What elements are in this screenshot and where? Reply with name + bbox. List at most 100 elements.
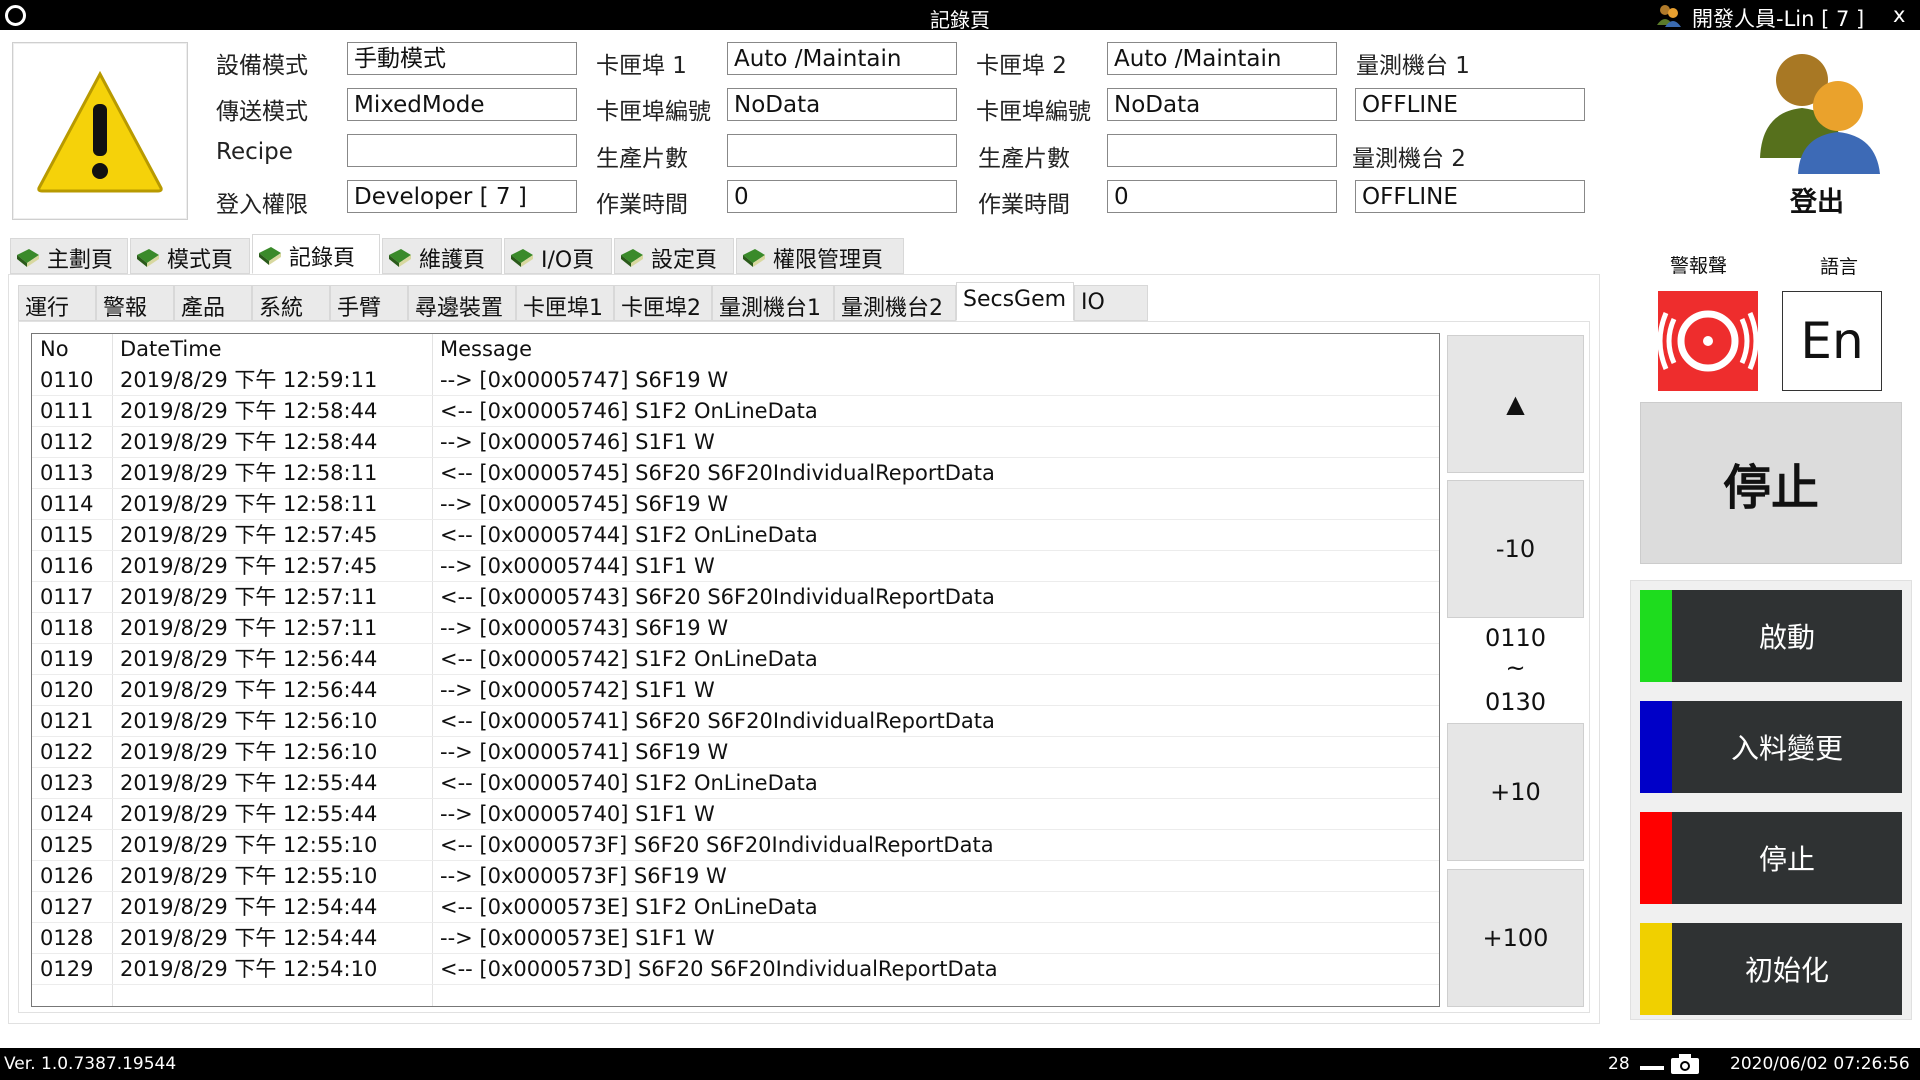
stop-button[interactable]: 停止 — [1640, 812, 1902, 904]
initialize-button[interactable]: 初始化 — [1640, 923, 1902, 1015]
subtab-alarm[interactable]: 警報 — [96, 285, 174, 321]
subtab-arm[interactable]: 手臂 — [330, 285, 408, 321]
table-row[interactable]: 0113 2019/8/29 下午 12:58:11 <-- [0x00005745… — [32, 458, 1439, 489]
plus-100-button[interactable]: +100 — [1447, 869, 1584, 1007]
table-row[interactable]: 0124 2019/8/29 下午 12:55:44 --> [0x00005740… — [32, 799, 1439, 830]
tab-log[interactable]: 記錄頁 — [252, 234, 380, 274]
row-datetime: 2019/8/29 下午 12:56:44 — [120, 647, 378, 671]
row-datetime: 2019/8/29 下午 12:56:10 — [120, 709, 378, 733]
table-row[interactable]: 0115 2019/8/29 下午 12:57:45 <-- [0x00005744… — [32, 520, 1439, 551]
subtab-meas1[interactable]: 量測機台1 — [712, 285, 834, 321]
row-no: 0113 — [40, 461, 94, 485]
row-datetime: 2019/8/29 下午 12:57:11 — [120, 585, 378, 609]
subtab-run[interactable]: 運行 — [18, 285, 96, 321]
table-row[interactable]: 0121 2019/8/29 下午 12:56:10 <-- [0x00005741… — [32, 706, 1439, 737]
meas1-label: 量測機台 1 — [1356, 53, 1470, 79]
table-row[interactable]: 0126 2019/8/29 下午 12:55:10 --> [0x0000573F… — [32, 861, 1439, 892]
tab-io[interactable]: I/O頁 — [504, 238, 612, 274]
row-no: 0121 — [40, 709, 94, 733]
port2-id-label: 卡匣埠編號 — [976, 99, 1091, 125]
table-row[interactable]: 0116 2019/8/29 下午 12:57:45 --> [0x00005744… — [32, 551, 1439, 582]
feed-change-label: 入料變更 — [1730, 732, 1843, 765]
recipe-label: Recipe — [216, 139, 293, 165]
row-no: 0122 — [40, 740, 94, 764]
header-message: Message — [440, 337, 533, 361]
initialize-label: 初始化 — [1744, 954, 1829, 987]
port2-time-field: 0 — [1107, 180, 1337, 213]
row-message: <-- [0x00005740] S1F2 OnLineData — [440, 771, 818, 795]
login-level-label: 登入權限 — [216, 192, 308, 218]
table-row[interactable]: 0119 2019/8/29 下午 12:56:44 <-- [0x00005742… — [32, 644, 1439, 675]
table-row[interactable]: 0110 2019/8/29 下午 12:59:11 --> [0x00005747… — [32, 365, 1439, 396]
start-indicator — [1640, 590, 1672, 682]
table-row[interactable]: 0122 2019/8/29 下午 12:56:10 --> [0x00005741… — [32, 737, 1439, 768]
table-row[interactable]: 0114 2019/8/29 下午 12:58:11 --> [0x00005745… — [32, 489, 1439, 520]
alarm-speaker-icon — [1657, 310, 1759, 372]
subtab-aligner[interactable]: 尋邊裝置 — [408, 285, 516, 321]
subtab-port2[interactable]: 卡匣埠2 — [614, 285, 712, 321]
table-header: No DateTime Message — [32, 334, 1439, 365]
plus-10-button[interactable]: +10 — [1447, 723, 1584, 861]
row-message: --> [0x00005744] S1F1 W — [440, 554, 715, 578]
subtab-meas2[interactable]: 量測機台2 — [834, 285, 956, 321]
book-icon — [17, 248, 39, 267]
table-row[interactable]: 0118 2019/8/29 下午 12:57:11 --> [0x00005743… — [32, 613, 1439, 644]
tab-settings[interactable]: 設定頁 — [614, 238, 734, 274]
scroll-top-button[interactable]: ▲ — [1447, 335, 1584, 473]
tab-permissions-label: 權限管理頁 — [773, 247, 884, 273]
user-icon — [1657, 5, 1681, 27]
subtab-io[interactable]: IO — [1074, 285, 1148, 321]
port2-time-label: 作業時間 — [978, 192, 1070, 218]
row-datetime: 2019/8/29 下午 12:55:10 — [120, 833, 378, 857]
emergency-stop-button[interactable]: 停止 — [1640, 402, 1902, 564]
row-no: 0126 — [40, 864, 94, 888]
row-message: --> [0x00005742] S1F1 W — [440, 678, 715, 702]
table-row[interactable]: 0117 2019/8/29 下午 12:57:11 <-- [0x00005743… — [32, 582, 1439, 613]
camera-icon[interactable] — [1670, 1053, 1700, 1075]
port2-id-field: NoData — [1107, 88, 1337, 121]
minimize-icon[interactable] — [1640, 1066, 1664, 1070]
table-row[interactable]: 0123 2019/8/29 下午 12:55:44 <-- [0x00005740… — [32, 768, 1439, 799]
book-icon — [511, 248, 533, 267]
tab-mode-label: 模式頁 — [167, 247, 234, 273]
row-message: --> [0x00005740] S1F1 W — [440, 802, 715, 826]
port1-id-label: 卡匣埠編號 — [596, 99, 711, 125]
feed-change-button[interactable]: 入料變更 — [1640, 701, 1902, 793]
alarm-sound-button[interactable] — [1657, 291, 1759, 391]
users-icon — [1760, 54, 1880, 174]
table-row[interactable]: 0125 2019/8/29 下午 12:55:10 <-- [0x0000573F… — [32, 830, 1439, 861]
subtab-secsgem[interactable]: SecsGem — [956, 282, 1074, 321]
log-table[interactable]: No DateTime Message 0110 2019/8/29 下午 12:… — [31, 333, 1440, 1007]
table-row[interactable]: 0112 2019/8/29 下午 12:58:44 --> [0x00005746… — [32, 427, 1439, 458]
row-message: --> [0x00005747] S6F19 W — [440, 368, 729, 392]
subtab-port1[interactable]: 卡匣埠1 — [516, 285, 614, 321]
tab-mode[interactable]: 模式頁 — [130, 238, 250, 274]
subtab-product[interactable]: 產品 — [174, 285, 252, 321]
table-row[interactable]: 0129 2019/8/29 下午 12:54:10 <-- [0x0000573D… — [32, 954, 1439, 985]
row-no: 0129 — [40, 957, 94, 981]
logout-button[interactable]: 登出 — [1750, 42, 1890, 218]
tab-main[interactable]: 主劃頁 — [10, 238, 128, 274]
language-button[interactable]: En — [1782, 291, 1882, 391]
table-row[interactable]: 0127 2019/8/29 下午 12:54:44 <-- [0x0000573E… — [32, 892, 1439, 923]
table-row[interactable]: 0111 2019/8/29 下午 12:58:44 <-- [0x00005746… — [32, 396, 1439, 427]
minus-10-button[interactable]: -10 — [1447, 480, 1584, 618]
subtab-system[interactable]: 系統 — [252, 285, 330, 321]
range-start: 0110 — [1484, 624, 1547, 652]
tab-permissions[interactable]: 權限管理頁 — [736, 238, 904, 274]
range-end: 0130 — [1484, 688, 1547, 716]
row-message: --> [0x00005743] S6F19 W — [440, 616, 729, 640]
start-label: 啟動 — [1758, 621, 1815, 654]
table-row[interactable]: 0128 2019/8/29 下午 12:54:44 --> [0x0000573E… — [32, 923, 1439, 954]
table-row[interactable]: 0120 2019/8/29 下午 12:56:44 --> [0x00005742… — [32, 675, 1439, 706]
row-no: 0115 — [40, 523, 94, 547]
start-button[interactable]: 啟動 — [1640, 590, 1902, 682]
status-count: 28 — [1608, 1054, 1630, 1074]
close-button[interactable]: x — [1893, 3, 1905, 27]
stop-indicator — [1640, 812, 1672, 904]
row-message: <-- [0x00005744] S1F2 OnLineData — [440, 523, 818, 547]
tab-maintenance[interactable]: 維護頁 — [382, 238, 502, 274]
row-no: 0110 — [40, 368, 94, 392]
row-message: --> [0x0000573E] S1F1 W — [440, 926, 715, 950]
row-datetime: 2019/8/29 下午 12:54:44 — [120, 895, 378, 919]
